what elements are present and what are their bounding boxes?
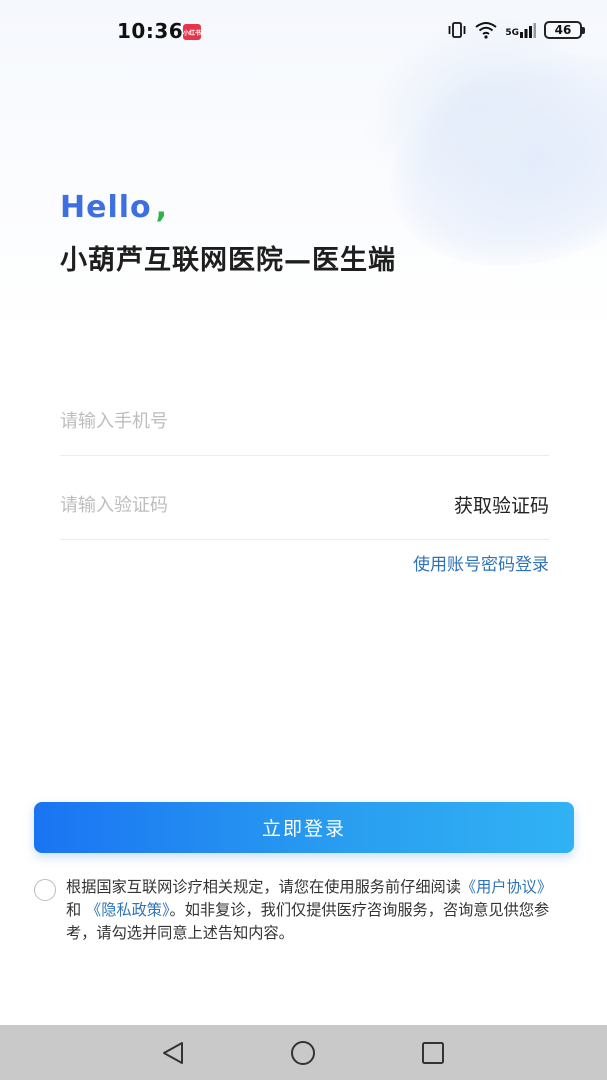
privacy-policy-link[interactable]: 《隐私政策》 [86, 901, 170, 919]
agreement-and: 和 [66, 901, 87, 919]
back-icon[interactable] [158, 1038, 188, 1068]
password-login-link[interactable]: 使用账号密码登录 [413, 550, 549, 575]
home-icon[interactable] [288, 1038, 318, 1068]
agreement-prefix: 根据国家互联网诊疗相关规定，请您在使用服务前仔细阅读 [66, 878, 461, 896]
page-title: 小葫芦互联网医院—医生端 [60, 245, 396, 276]
hello-heading: Hello, [60, 190, 168, 225]
signal-icon [520, 23, 536, 38]
user-agreement-link[interactable]: 《用户协议》 [461, 878, 552, 896]
status-bar: 10:36 小红书 5G 46 [0, 0, 607, 64]
notification-app-icon: 小红书 [183, 24, 201, 40]
login-button[interactable]: 立即登录 [34, 802, 574, 853]
phone-field [60, 372, 549, 456]
network-type: 5G [505, 28, 519, 38]
hello-text: Hello [60, 190, 152, 225]
hello-comma: , [155, 190, 169, 225]
verification-code-input[interactable] [60, 495, 390, 516]
agreement-text: 根据国家互联网诊疗相关规定，请您在使用服务前仔细阅读《用户协议》 和 《隐私政策… [66, 876, 554, 945]
cellular-signal: 5G [505, 22, 536, 38]
status-time: 10:36 [117, 19, 184, 43]
status-icons: 5G 46 [447, 21, 585, 39]
vibrate-icon [448, 22, 466, 38]
phone-input[interactable] [60, 411, 390, 432]
code-field: 获取验证码 [60, 456, 549, 540]
system-nav-bar [0, 1025, 607, 1080]
battery-icon: 46 [544, 21, 585, 39]
wifi-icon [475, 22, 497, 39]
recent-apps-icon[interactable] [418, 1038, 448, 1068]
agree-checkbox[interactable] [34, 879, 56, 901]
get-code-button[interactable]: 获取验证码 [454, 491, 549, 518]
